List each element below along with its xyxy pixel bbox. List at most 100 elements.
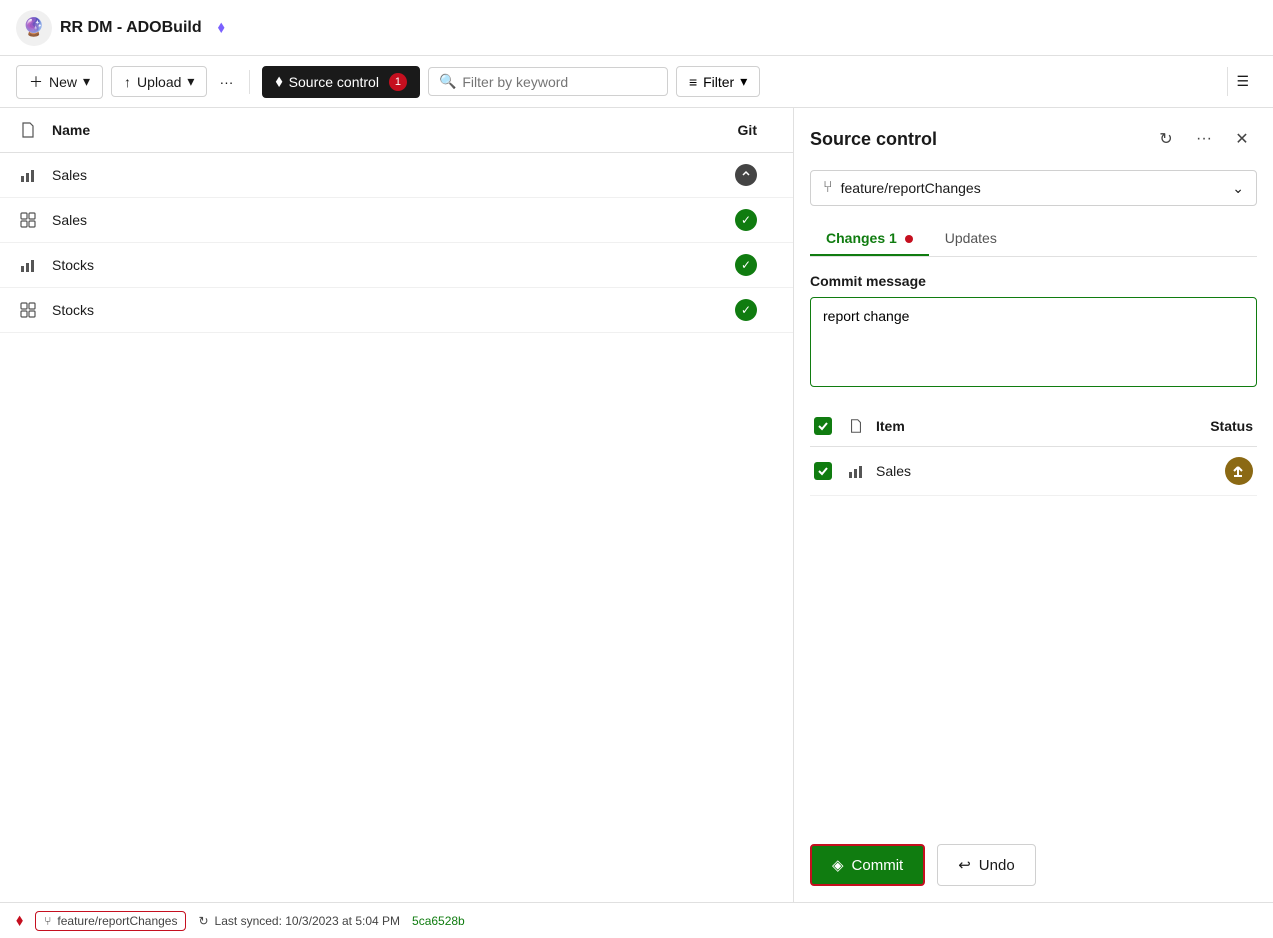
app-logo-icon: 🔮 (23, 17, 45, 38)
source-control-label: Source control (289, 74, 379, 90)
new-chevron-icon: ▾ (83, 73, 90, 90)
upload-button[interactable]: ↑ Upload ▾ (111, 66, 207, 97)
new-label: New (49, 74, 77, 90)
change-item-name: Sales (876, 463, 1225, 479)
branch-name: feature/reportChanges (841, 180, 1233, 196)
status-hash: 5ca6528b (412, 914, 465, 928)
status-sync: ↻ Last synced: 10/3/2023 at 5:04 PM (198, 914, 400, 928)
change-checkbox[interactable] (814, 462, 832, 480)
status-indicator: ✓ (735, 209, 757, 231)
changes-header: Item Status (810, 406, 1257, 447)
app-logo: 🔮 (16, 10, 52, 46)
menu-lines-icon: ☰ (1236, 73, 1249, 90)
file-status: ✓ (697, 209, 777, 231)
panel-title: Source control (810, 129, 1151, 150)
search-input[interactable] (462, 74, 657, 90)
file-list-header: Name Git (0, 108, 793, 153)
file-list: Name Git Sales Sales ✓ (0, 108, 793, 902)
refresh-button[interactable]: ↻ (1151, 124, 1181, 154)
sync-label: Last synced: 10/3/2023 at 5:04 PM (215, 914, 400, 928)
file-status: ✓ (697, 299, 777, 321)
search-icon: 🔍 (439, 73, 456, 90)
grid-icon (16, 298, 40, 322)
col-git-header: Git (697, 122, 777, 138)
status-branch-icon: ⑂ (44, 914, 51, 928)
file-header-icon (16, 118, 40, 142)
upload-icon: ↑ (124, 74, 131, 90)
bar-chart-icon (16, 163, 40, 187)
table-row[interactable]: Stocks ✓ (0, 243, 793, 288)
table-row[interactable]: Stocks ✓ (0, 288, 793, 333)
change-file-bar-chart-icon (844, 459, 868, 483)
filter-button[interactable]: ≡ Filter ▾ (676, 66, 760, 97)
commit-message-label: Commit message (810, 273, 1257, 289)
changes-list: Item Status Sales (810, 406, 1257, 496)
item-col-icon (844, 414, 868, 438)
more-options-panel-button[interactable]: ··· (1189, 124, 1219, 154)
branch-chevron-icon: ⌄ (1232, 180, 1244, 197)
sync-icon: ↻ (198, 914, 208, 928)
source-control-button[interactable]: ⬧ Source control 1 (262, 66, 419, 98)
source-control-panel: Source control ↻ ··· ✕ ⑂ feature/reportC… (793, 108, 1273, 902)
status-branch[interactable]: ⑂ feature/reportChanges (35, 911, 186, 931)
item-col-header: Item (876, 418, 1210, 434)
close-panel-button[interactable]: ✕ (1227, 124, 1257, 154)
filter-icon: ≡ (689, 74, 697, 90)
tab-changes-label: Changes 1 (826, 230, 897, 246)
action-buttons: ◈ Commit ↩ Undo (810, 820, 1257, 886)
file-name: Stocks (52, 302, 697, 318)
commit-message-section: Commit message report change (810, 273, 1257, 390)
toolbar: ＋ New ▾ ↑ Upload ▾ ··· ⬧ Source control … (0, 56, 1273, 108)
tab-updates[interactable]: Updates (929, 222, 1013, 256)
more-icon: ··· (219, 74, 233, 90)
main-content: Name Git Sales Sales ✓ (0, 108, 1273, 902)
more-options-button[interactable]: ··· (215, 68, 237, 96)
change-item[interactable]: Sales (810, 447, 1257, 496)
new-button[interactable]: ＋ New ▾ (16, 65, 103, 99)
status-col-header: Status (1210, 418, 1253, 434)
top-bar: 🔮 RR DM - ADOBuild ⬧ (0, 0, 1273, 56)
status-bar: ⬧ ⑂ feature/reportChanges ↻ Last synced:… (0, 902, 1273, 938)
commit-button[interactable]: ◈ Commit (810, 844, 925, 886)
file-name: Stocks (52, 257, 697, 273)
panel-header: Source control ↻ ··· ✕ (810, 124, 1257, 154)
tab-bar: Changes 1 Updates (810, 222, 1257, 257)
branch-dropdown[interactable]: ⑂ feature/reportChanges ⌄ (810, 170, 1257, 206)
tab-updates-label: Updates (945, 230, 997, 246)
commit-message-input[interactable]: report change (810, 297, 1257, 387)
grid-icon (16, 208, 40, 232)
upload-chevron-icon: ▾ (187, 73, 194, 90)
tab-changes[interactable]: Changes 1 (810, 222, 929, 256)
app-title: RR DM - ADOBuild (60, 19, 202, 37)
branch-icon: ⑂ (823, 179, 833, 197)
filter-chevron-icon: ▾ (740, 73, 747, 90)
table-row[interactable]: Sales (0, 153, 793, 198)
file-status (697, 164, 777, 186)
search-box[interactable]: 🔍 (428, 67, 668, 96)
source-control-badge: 1 (389, 73, 407, 91)
status-branch-name: feature/reportChanges (57, 914, 177, 928)
undo-button[interactable]: ↩ Undo (937, 844, 1035, 886)
status-indicator: ✓ (735, 299, 757, 321)
upload-label: Upload (137, 74, 181, 90)
table-row[interactable]: Sales ✓ (0, 198, 793, 243)
diamond-icon: ⬧ (218, 19, 225, 37)
commit-label: Commit (852, 857, 904, 874)
select-all-checkbox[interactable] (814, 417, 832, 435)
file-name: Sales (52, 167, 697, 183)
menu-icon-button[interactable]: ☰ (1227, 67, 1257, 96)
status-indicator (735, 164, 757, 186)
plus-icon: ＋ (29, 72, 43, 92)
panel-actions: ↻ ··· ✕ (1151, 124, 1257, 154)
filter-label: Filter (703, 74, 734, 90)
source-control-icon: ⬧ (275, 73, 282, 91)
col-name-header: Name (52, 122, 697, 138)
change-status-icon (1225, 457, 1253, 485)
commit-icon: ◈ (832, 856, 844, 874)
undo-icon: ↩ (958, 856, 971, 874)
bar-chart-icon (16, 253, 40, 277)
ado-status-icon: ⬧ (16, 912, 23, 930)
file-name: Sales (52, 212, 697, 228)
toolbar-divider (249, 70, 250, 94)
undo-label: Undo (979, 857, 1015, 874)
